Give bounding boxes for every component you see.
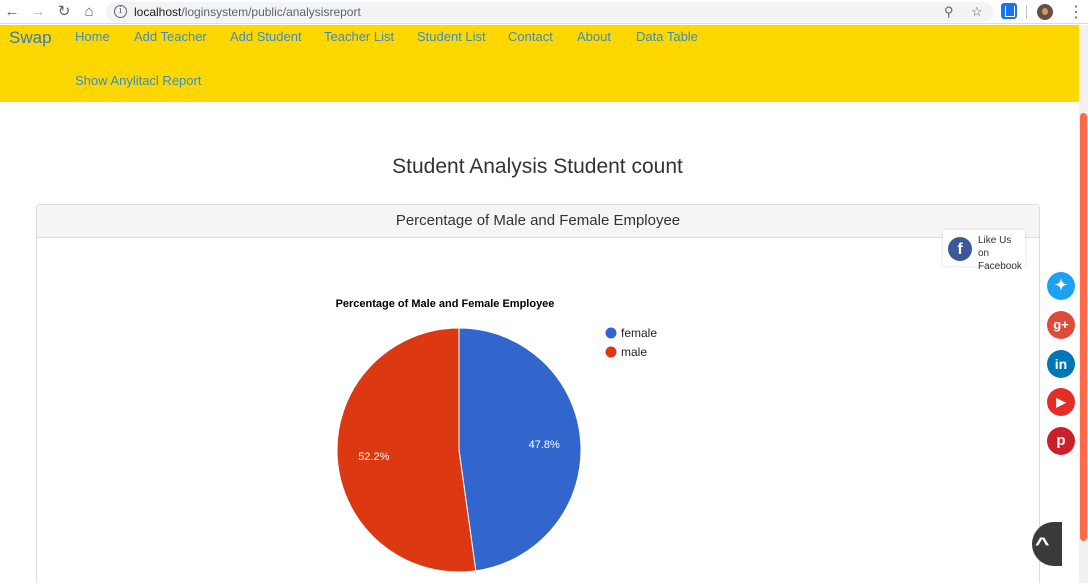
url-path: /loginsystem/public/analysisreport bbox=[181, 5, 361, 19]
chevron-up-icon: ^ bbox=[1034, 534, 1050, 554]
forward-icon[interactable]: → bbox=[29, 3, 47, 21]
twitter-icon[interactable]: ✦ bbox=[1047, 272, 1075, 300]
pie-slice-female[interactable] bbox=[458, 327, 582, 572]
legend-label-male: male bbox=[621, 345, 647, 359]
nav-add-teacher[interactable]: Add Teacher bbox=[134, 29, 207, 44]
legend-swatch-female bbox=[605, 327, 617, 339]
nav-analytics-report[interactable]: Show Anylitacl Report bbox=[75, 73, 201, 88]
pie-label-male: 52.2% bbox=[358, 451, 389, 463]
panel-heading: Percentage of Male and Female Employee bbox=[37, 205, 1039, 238]
nav-data-table[interactable]: Data Table bbox=[636, 29, 698, 44]
address-bar[interactable]: i localhost/loginsystem/public/analysisr… bbox=[106, 2, 993, 22]
youtube-icon[interactable]: ▶ bbox=[1047, 388, 1075, 416]
site-navbar: Swap Home Add Teacher Add Student Teache… bbox=[0, 25, 1079, 102]
scrollbar-thumb[interactable] bbox=[1080, 113, 1087, 541]
legend-label-female: female bbox=[621, 326, 657, 340]
bookmark-star-icon[interactable]: ☆ bbox=[971, 4, 983, 20]
url-host: localhost bbox=[134, 5, 182, 19]
url-text[interactable]: localhost/loginsystem/public/analysisrep… bbox=[134, 5, 361, 19]
home-icon[interactable]: ⌂ bbox=[80, 3, 98, 21]
reload-icon[interactable]: ↻ bbox=[55, 3, 73, 21]
toolbar-divider bbox=[1026, 5, 1027, 19]
nav-about[interactable]: About bbox=[577, 29, 611, 44]
linkedin-icon[interactable]: in bbox=[1047, 350, 1075, 378]
google-plus-icon[interactable]: g+ bbox=[1047, 311, 1075, 339]
brand-link[interactable]: Swap bbox=[9, 28, 52, 48]
page-scrollbar[interactable] bbox=[1079, 25, 1088, 583]
nav-contact[interactable]: Contact bbox=[508, 29, 553, 44]
zoom-icon[interactable]: ⚲ bbox=[944, 4, 954, 20]
nav-add-student[interactable]: Add Student bbox=[230, 29, 302, 44]
page-title: Student Analysis Student count bbox=[392, 155, 683, 178]
facebook-icon[interactable]: f bbox=[948, 237, 972, 261]
profile-avatar[interactable] bbox=[1037, 4, 1053, 20]
legend-swatch-male bbox=[605, 346, 617, 358]
info-icon[interactable]: i bbox=[114, 5, 127, 18]
pie-chart: Percentage of Male and Female Employee 47… bbox=[336, 298, 657, 573]
facebook-like-text: Like Us on Facebook bbox=[978, 235, 1022, 272]
back-icon[interactable]: ← bbox=[3, 3, 21, 21]
chart-title: Percentage of Male and Female Employee bbox=[336, 298, 555, 310]
pinterest-icon[interactable]: p bbox=[1047, 427, 1075, 455]
menu-kebab-icon[interactable]: ⋮ bbox=[1068, 2, 1084, 22]
extension-icon[interactable] bbox=[1001, 3, 1017, 19]
pie-label-female: 47.8% bbox=[529, 439, 560, 451]
browser-toolbar: ← → ↻ ⌂ i localhost/loginsystem/public/a… bbox=[0, 0, 1088, 24]
nav-teacher-list[interactable]: Teacher List bbox=[324, 29, 394, 44]
facebook-like-box[interactable]: f Like Us on Facebook bbox=[943, 230, 1025, 272]
nav-home[interactable]: Home bbox=[75, 29, 110, 44]
nav-student-list[interactable]: Student List bbox=[417, 29, 486, 44]
